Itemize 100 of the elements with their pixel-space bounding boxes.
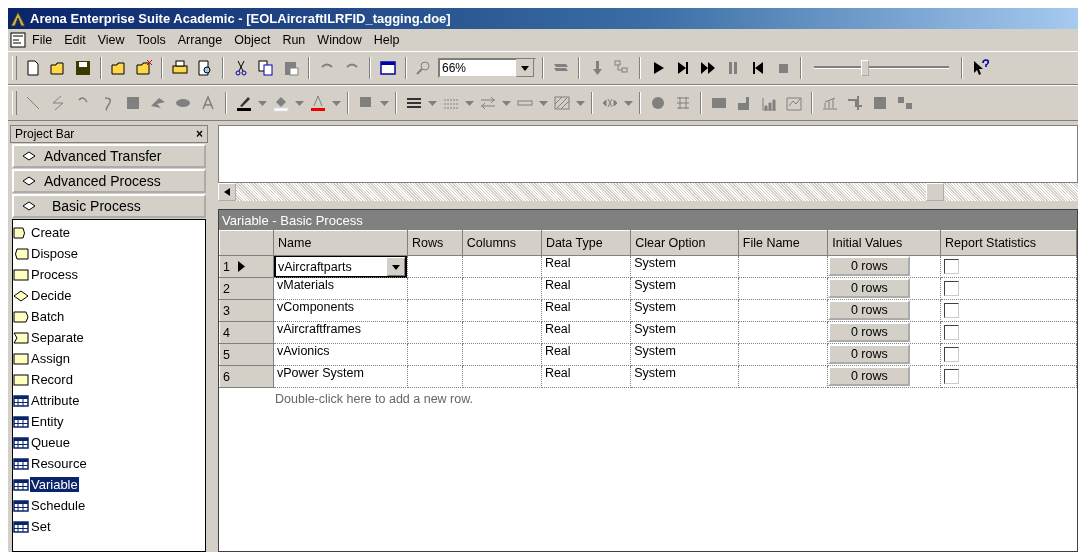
checkbox[interactable] xyxy=(944,281,960,296)
module-item[interactable]: Decide xyxy=(30,288,73,303)
initial-values-button[interactable]: 0 rows xyxy=(828,322,911,342)
initial-values-button[interactable]: 0 rows xyxy=(828,300,911,320)
text-tool-icon[interactable] xyxy=(199,94,217,112)
menu-item[interactable]: Object xyxy=(228,33,277,47)
blocks-icon[interactable] xyxy=(896,94,914,112)
row-number: 1 xyxy=(223,259,230,274)
row-header[interactable]: 2 xyxy=(219,277,274,300)
caret-icon[interactable] xyxy=(539,100,548,106)
help-pointer-icon[interactable] xyxy=(971,59,989,77)
module-item[interactable]: Entity xyxy=(30,414,65,429)
menu-item[interactable]: Arrange xyxy=(171,33,229,47)
line-icon[interactable] xyxy=(24,94,42,112)
module-item[interactable]: Schedule xyxy=(30,498,87,513)
arrow-style-icon[interactable] xyxy=(479,94,497,112)
checkbox[interactable] xyxy=(944,303,960,318)
folder-close-icon[interactable] xyxy=(135,59,153,77)
caret-icon[interactable] xyxy=(295,100,304,106)
zoom-icon[interactable] xyxy=(415,59,433,77)
horizontal-scrollbar[interactable] xyxy=(218,183,1078,201)
caret-icon[interactable] xyxy=(258,100,267,106)
scissors-icon[interactable] xyxy=(232,59,250,77)
menu-item[interactable]: File xyxy=(26,33,59,47)
folder-icon[interactable] xyxy=(49,59,67,77)
folder-icon[interactable] xyxy=(110,59,128,77)
column-header[interactable]: Rows xyxy=(407,230,463,256)
column-header[interactable]: File Name xyxy=(738,230,828,256)
menu-item[interactable]: Help xyxy=(367,33,406,47)
module-item[interactable]: Batch xyxy=(30,309,66,324)
initial-values-button[interactable]: 0 rows xyxy=(828,366,911,386)
module-item[interactable]: Record xyxy=(30,372,74,387)
module-item[interactable]: Assign xyxy=(30,351,72,366)
speed-slider[interactable] xyxy=(814,58,949,78)
caret-icon[interactable] xyxy=(332,100,341,106)
column-header[interactable]: Initial Values xyxy=(827,230,941,256)
column-header[interactable]: Clear Option xyxy=(630,230,739,256)
row-header[interactable]: 1 xyxy=(219,255,274,278)
fill-color-icon[interactable] xyxy=(272,94,290,112)
caret-icon[interactable] xyxy=(380,100,389,106)
column-header[interactable]: Columns xyxy=(462,230,542,256)
zoom-field[interactable]: 66% xyxy=(438,58,536,78)
add-row-hint[interactable]: Double-click here to add a new row. xyxy=(219,388,1077,406)
module-item[interactable]: Create xyxy=(30,225,72,240)
column-header[interactable]: Data Type xyxy=(541,230,631,256)
caret-icon[interactable] xyxy=(576,100,585,106)
scroll-thumb[interactable] xyxy=(926,183,944,201)
rectangle-icon[interactable] xyxy=(124,94,142,112)
initial-values-button[interactable]: 0 rows xyxy=(828,278,911,298)
checkbox[interactable] xyxy=(944,325,960,340)
module-item[interactable]: Separate xyxy=(30,330,85,345)
checkbox[interactable] xyxy=(944,369,960,384)
copy-icon[interactable] xyxy=(257,59,275,77)
row-header[interactable]: 5 xyxy=(219,343,274,366)
initial-values-button[interactable]: 0 rows xyxy=(828,256,911,276)
column-header[interactable]: Report Statistics xyxy=(940,230,1077,256)
checkbox[interactable] xyxy=(944,259,960,274)
save-icon[interactable] xyxy=(74,59,92,77)
row-header[interactable]: 4 xyxy=(219,321,274,344)
caret-icon[interactable] xyxy=(624,100,633,106)
menu-item[interactable]: View xyxy=(91,33,131,47)
module-item[interactable]: Process xyxy=(30,267,79,282)
name-dropdown[interactable]: vAircraftparts xyxy=(274,255,407,278)
row-header[interactable]: 6 xyxy=(219,365,274,388)
panel-title: Project Bar xyxy=(15,127,75,141)
close-button[interactable]: × xyxy=(196,128,203,140)
text-color-icon[interactable] xyxy=(309,94,327,112)
caret-icon[interactable] xyxy=(465,100,474,106)
print-preview-icon[interactable] xyxy=(196,59,214,77)
caret-icon[interactable] xyxy=(502,100,511,106)
panel-button[interactable]: Basic Process xyxy=(12,194,206,218)
plot-icon[interactable] xyxy=(785,94,803,112)
module-item[interactable]: Variable xyxy=(30,477,79,492)
scroll-left-icon[interactable] xyxy=(224,188,230,196)
menu-item[interactable]: Window xyxy=(311,33,368,47)
menu-item[interactable]: Edit xyxy=(58,33,92,47)
module-item[interactable]: Queue xyxy=(30,435,72,450)
menu-item[interactable]: Tools xyxy=(130,33,172,47)
fill-pattern-icon[interactable] xyxy=(553,94,571,112)
row-header[interactable]: 3 xyxy=(219,299,274,322)
initial-values-button[interactable]: 0 rows xyxy=(828,344,911,364)
window-title: Arena Enterprise Suite Academic - [EOLAircraftILRFID_tagging.doe] xyxy=(30,11,451,26)
resource-chart-icon[interactable] xyxy=(821,94,839,112)
checkbox[interactable] xyxy=(944,347,960,362)
panel-button[interactable]: Advanced Transfer xyxy=(12,144,206,168)
column-header[interactable]: Name xyxy=(273,230,408,256)
module-item[interactable]: Resource xyxy=(30,456,88,471)
printer-icon[interactable] xyxy=(171,59,189,77)
line-color-icon[interactable] xyxy=(235,94,253,112)
document-icon[interactable] xyxy=(10,32,26,48)
window-icon[interactable] xyxy=(379,59,397,77)
menu-item[interactable]: Run xyxy=(276,33,312,47)
module-item[interactable]: Dispose xyxy=(30,246,79,261)
paste-icon[interactable] xyxy=(282,59,300,77)
caret-icon[interactable] xyxy=(428,100,437,106)
panel-button[interactable]: Advanced Process xyxy=(12,169,206,193)
module-item[interactable]: Set xyxy=(30,519,52,534)
fast-forward-icon[interactable] xyxy=(699,59,717,77)
module-item[interactable]: Attribute xyxy=(30,393,81,408)
new-file-icon[interactable] xyxy=(24,59,42,77)
